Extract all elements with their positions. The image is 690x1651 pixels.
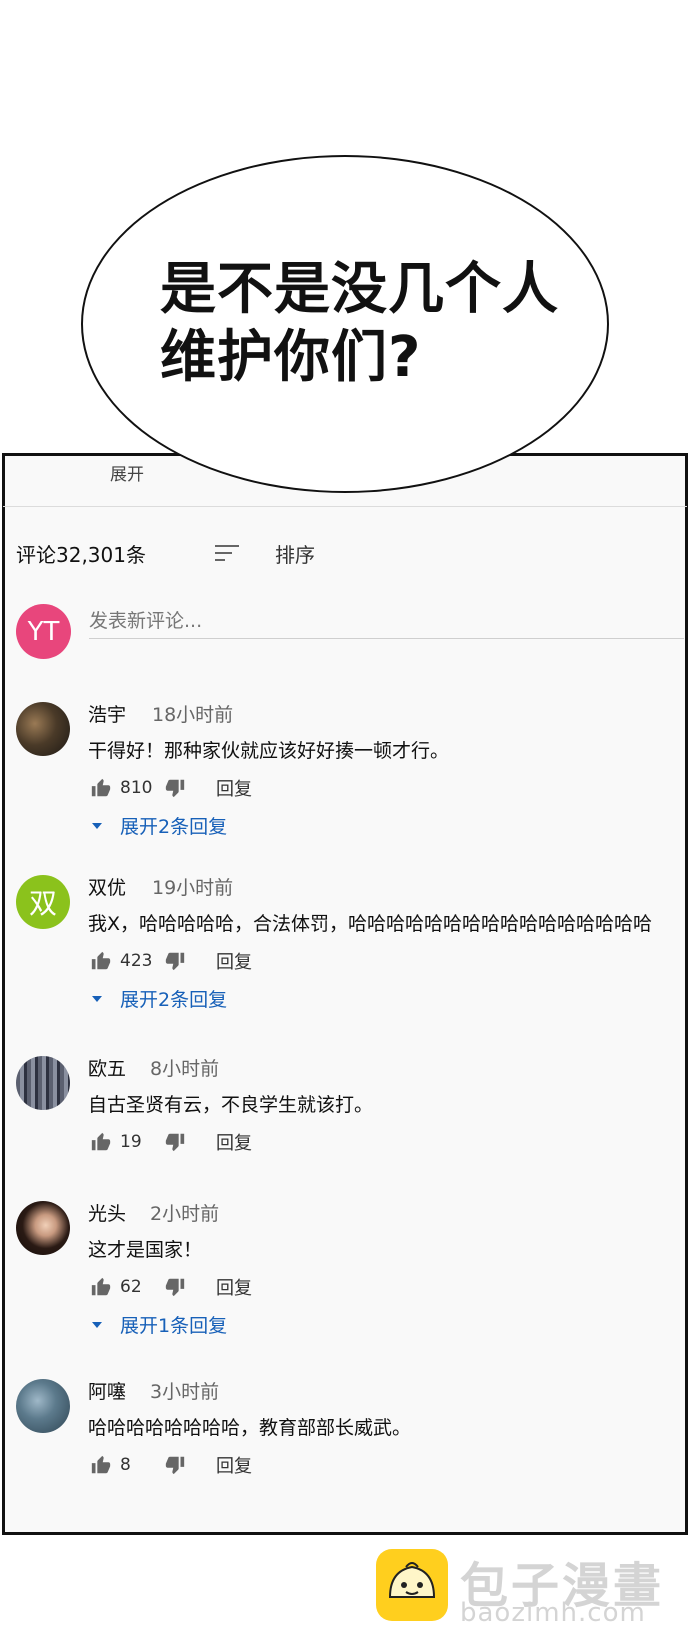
expand-replies-button[interactable]: 展开2条回复: [88, 985, 227, 1012]
comment-time: 19小时前: [152, 877, 234, 899]
sort-icon[interactable]: [215, 543, 241, 563]
comment-author[interactable]: 浩宇: [88, 700, 126, 727]
comment-actions: 810 回复: [90, 776, 252, 800]
comment-count: 评论32,301条: [16, 543, 146, 567]
comment-actions: 62 回复: [90, 1275, 252, 1299]
thumbs-down-icon[interactable]: [164, 1131, 186, 1153]
expand-replies-label: 展开1条回复: [120, 1315, 228, 1337]
avatar[interactable]: [16, 1056, 70, 1110]
divider: [3, 506, 687, 507]
thumbs-down-icon[interactable]: [164, 777, 186, 799]
comment-text: 干得好！那种家伙就应该好好揍一顿才行。: [88, 740, 450, 762]
avatar[interactable]: 双: [16, 875, 70, 929]
like-count: 19: [120, 1132, 142, 1152]
comment-time: 3小时前: [150, 1381, 220, 1403]
comment-time: 2小时前: [150, 1203, 220, 1225]
comment-text: 自古圣贤有云，不良学生就该打。: [88, 1094, 374, 1116]
thumbs-down-icon[interactable]: [164, 950, 186, 972]
expand-replies-label: 展开2条回复: [120, 989, 228, 1011]
caret-down-icon: [92, 822, 102, 829]
reply-button[interactable]: 回复: [216, 1452, 252, 1478]
comment-time: 8小时前: [150, 1058, 220, 1080]
comment-actions: 19 回复: [90, 1130, 252, 1154]
expand-replies-label: 展开2条回复: [120, 816, 228, 838]
sort-button[interactable]: 排序: [275, 539, 315, 568]
comment-time: 18小时前: [152, 704, 234, 726]
comment-text: 这才是国家！: [88, 1239, 203, 1261]
avatar[interactable]: [16, 1201, 70, 1255]
expand-replies-button[interactable]: 展开2条回复: [88, 812, 227, 839]
like-count: 810: [120, 778, 153, 798]
avatar[interactable]: [16, 1379, 70, 1433]
thumbs-down-icon[interactable]: [164, 1454, 186, 1476]
like-count: 423: [120, 951, 153, 971]
thumbs-up-icon[interactable]: [90, 1131, 112, 1153]
comment-text: 我X，哈哈哈哈哈，合法体罚，哈哈哈哈哈哈哈哈哈哈哈哈哈哈哈哈: [88, 913, 653, 935]
thumbs-up-icon[interactable]: [90, 777, 112, 799]
reply-button[interactable]: 回复: [216, 948, 252, 974]
comment-author[interactable]: 光头: [88, 1199, 126, 1226]
input-underline: [89, 638, 684, 639]
expand-replies-button[interactable]: 展开1条回复: [88, 1311, 227, 1338]
comment-actions: 8 回复: [90, 1453, 252, 1477]
bun-logo-icon: [376, 1549, 448, 1621]
caret-down-icon: [92, 1321, 102, 1328]
like-count: 62: [120, 1277, 142, 1297]
thumbs-up-icon[interactable]: [90, 1276, 112, 1298]
avatar[interactable]: [16, 702, 70, 756]
comment-actions: 423 回复: [90, 949, 252, 973]
like-count: 8: [120, 1455, 131, 1475]
comment-text: 哈哈哈哈哈哈哈哈，教育部部长威武。: [88, 1417, 412, 1439]
thumbs-down-icon[interactable]: [164, 1276, 186, 1298]
comment-author[interactable]: 欧五: [88, 1054, 126, 1081]
speech-line-1: 是不是没几个人: [160, 257, 559, 322]
bun-face-icon: [388, 1562, 436, 1598]
speech-line-2: 维护你们?: [160, 325, 422, 390]
thumbs-up-icon[interactable]: [90, 1454, 112, 1476]
expand-description-link[interactable]: 展开: [110, 460, 144, 485]
reply-button[interactable]: 回复: [216, 775, 252, 801]
new-comment-input[interactable]: 发表新评论...: [89, 606, 202, 633]
thumbs-up-icon[interactable]: [90, 950, 112, 972]
reply-button[interactable]: 回复: [216, 1129, 252, 1155]
reply-button[interactable]: 回复: [216, 1274, 252, 1300]
watermark-url: baozimh.com: [460, 1598, 646, 1628]
speech-bubble-text: 是不是没几个人 维护你们?: [160, 256, 559, 392]
comment-author[interactable]: 阿噻: [88, 1377, 126, 1404]
comment-author[interactable]: 双优: [88, 873, 126, 900]
my-avatar: YT: [16, 604, 71, 659]
caret-down-icon: [92, 995, 102, 1002]
